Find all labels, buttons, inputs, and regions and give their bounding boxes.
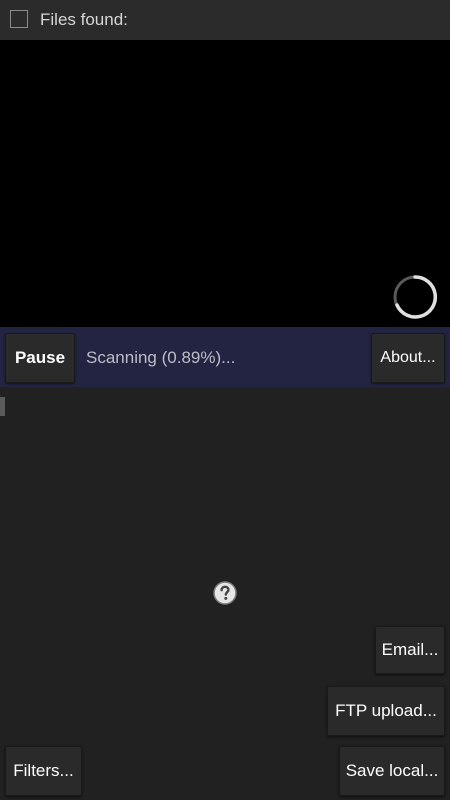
files-found-header: Files found: — [0, 0, 450, 40]
scan-status-text: Scanning (0.89%)... — [86, 348, 236, 367]
filters-button[interactable]: Filters... — [5, 746, 82, 796]
question-mark-icon[interactable] — [213, 581, 237, 605]
pause-button[interactable]: Pause — [5, 333, 75, 383]
preview-area — [0, 40, 450, 327]
save-local-button[interactable]: Save local... — [339, 746, 445, 796]
files-found-label: Files found: — [40, 10, 128, 29]
loading-spinner-icon — [393, 275, 438, 319]
scrollbar-thumb[interactable] — [0, 397, 5, 416]
select-all-checkbox[interactable] — [10, 10, 28, 28]
about-button[interactable]: About... — [371, 333, 445, 383]
ftp-upload-button[interactable]: FTP upload... — [327, 686, 445, 736]
email-button[interactable]: Email... — [375, 626, 445, 674]
